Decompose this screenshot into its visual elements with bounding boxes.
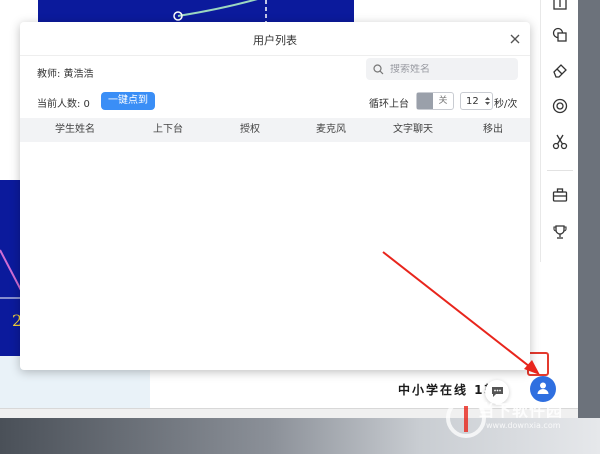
column-microphone: 麦克风 — [316, 124, 346, 135]
column-remove: 移出 — [483, 124, 503, 135]
loop-stage-label: 循环上台 — [369, 99, 409, 110]
watermark-name: 当下软件园 — [478, 401, 564, 420]
interval-stepper[interactable]: 12 — [460, 92, 493, 110]
scissors-icon — [552, 134, 568, 154]
slide-fragment-left: 2 — [0, 180, 23, 356]
close-icon — [510, 29, 520, 48]
toggle-state-label: 关 — [438, 96, 448, 106]
shapes-tool-button[interactable] — [541, 25, 579, 49]
brand-logo-mark — [527, 352, 549, 376]
toolbox-button[interactable] — [541, 185, 579, 209]
text-icon — [553, 0, 567, 14]
column-stage: 上下台 — [153, 124, 183, 135]
stepper-arrows-icon — [485, 97, 490, 105]
title-divider — [20, 55, 530, 56]
trophy-icon — [552, 224, 568, 244]
rollcall-button[interactable]: 一键点到 — [101, 92, 155, 110]
toolbox-icon — [552, 187, 568, 207]
spotlight-tool-button[interactable] — [541, 96, 579, 120]
search-input[interactable] — [390, 63, 510, 75]
target-icon — [552, 98, 568, 118]
toolbar-divider — [547, 170, 573, 171]
screenshot-tool-button[interactable] — [541, 132, 579, 156]
reward-button[interactable] — [541, 222, 579, 246]
user-list-dialog: 用户列表 教师: 黄浩浩 当前人数: 0 一键点到 循环上台 关 12 秒/次 … — [20, 22, 530, 370]
teacher-name: 教师: 黄浩浩 — [37, 69, 94, 80]
close-button[interactable] — [508, 31, 522, 45]
student-count: 当前人数: 0 — [37, 99, 90, 110]
eraser-tool-button[interactable] — [541, 60, 579, 84]
column-student-name: 学生姓名 — [55, 124, 95, 135]
column-authorize: 授权 — [240, 124, 260, 135]
stepper-arrows[interactable] — [483, 93, 492, 109]
text-tool-button[interactable] — [541, 0, 579, 16]
watermark-url: www.downxia.com — [486, 421, 561, 430]
search-icon — [373, 60, 384, 79]
table-header: 学生姓名 上下台 授权 麦克风 文字聊天 移出 — [20, 118, 530, 142]
search-box[interactable] — [366, 58, 518, 80]
column-text-chat: 文字聊天 — [393, 124, 433, 135]
toggle-knob — [417, 93, 433, 109]
interval-value[interactable]: 12 — [461, 96, 483, 107]
right-toolbar — [540, 0, 578, 262]
shapes-icon — [552, 27, 568, 47]
loop-stage-toggle[interactable]: 关 — [416, 92, 454, 110]
interval-unit: 秒/次 — [494, 99, 518, 110]
eraser-icon — [552, 62, 568, 82]
dialog-title: 用户列表 — [253, 34, 297, 47]
